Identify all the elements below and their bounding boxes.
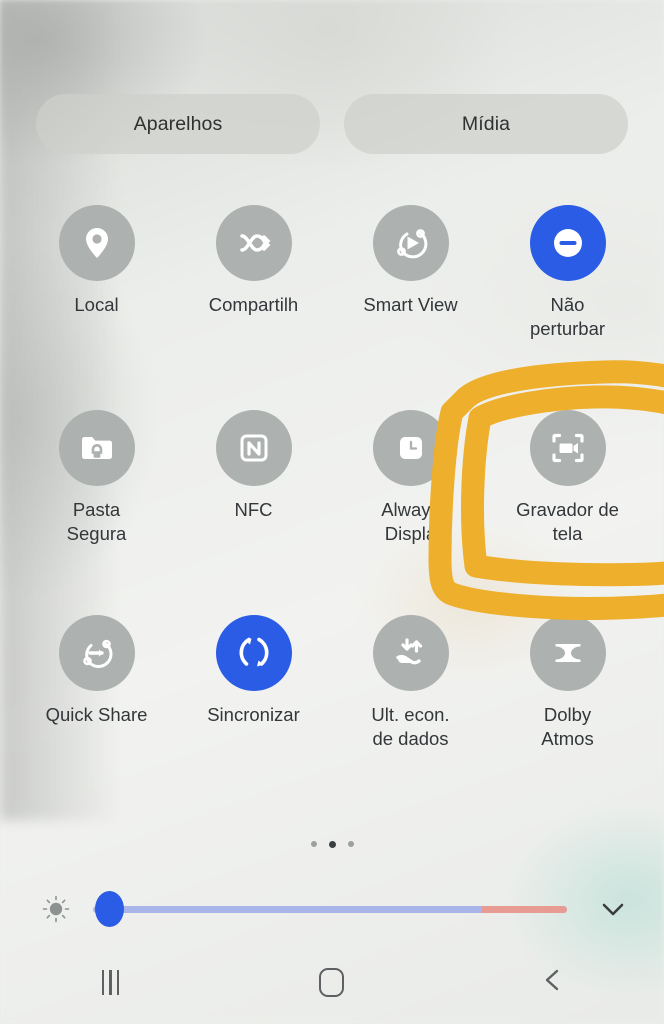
nav-back[interactable] [443, 940, 664, 1024]
do-not-disturb-icon[interactable] [529, 205, 606, 281]
chevron-down-icon[interactable] [591, 887, 635, 931]
toggle-label: Local [74, 294, 119, 315]
tab-aparelhos[interactable]: Aparelhos [36, 94, 320, 154]
toggle-ult-econ--de-dados[interactable]: Ult. econ. de dados [332, 615, 489, 820]
toggle-label: Não perturbar [529, 294, 606, 340]
toggle-quick-share[interactable]: Quick Share [18, 615, 175, 820]
quick-toggle-grid: Local Compartilh Smart View Não perturbar Pa… [0, 205, 664, 820]
toggle-pasta-segura[interactable]: Pasta Segura [18, 410, 175, 615]
page-indicator [0, 841, 664, 848]
toggle-gravador-de-tela[interactable]: Gravador de tela [489, 410, 646, 615]
toggle-local[interactable]: Local [18, 205, 175, 410]
toggle-não-perturbar[interactable]: Não perturbar [489, 205, 646, 410]
page-dot[interactable] [347, 841, 354, 847]
page-dot[interactable] [310, 841, 317, 847]
nav-recents[interactable] [0, 940, 221, 1024]
brightness-slider[interactable] [93, 889, 567, 929]
nearby-share-icon[interactable] [215, 205, 292, 281]
nfc-icon[interactable] [215, 410, 292, 486]
toggle-always-displa[interactable]: Always Displa [332, 410, 489, 615]
toggle-sincronizar[interactable]: Sincronizar [175, 615, 332, 820]
toggle-label: Compartilh [208, 294, 299, 315]
toggle-label: Sincronizar [207, 704, 300, 725]
dolby-atmos-icon[interactable] [529, 615, 606, 691]
brightness-row [0, 886, 664, 932]
toggle-nfc[interactable]: NFC [175, 410, 332, 615]
data-saver-icon[interactable] [372, 615, 449, 691]
screen-recorder-icon[interactable] [529, 410, 606, 486]
page-dot[interactable] [328, 841, 336, 848]
toggle-label: NFC [234, 499, 273, 520]
brightness-sun-icon [33, 894, 79, 924]
slider-thumb[interactable] [95, 891, 124, 927]
quick-share-icon[interactable] [58, 615, 135, 691]
location-pin-icon[interactable] [58, 205, 135, 281]
nav-home[interactable] [221, 940, 442, 1024]
smart-view-icon[interactable] [372, 205, 449, 281]
toggle-dolby-atmos[interactable]: Dolby Atmos [489, 615, 646, 820]
back-icon [538, 965, 568, 1000]
sync-icon[interactable] [215, 615, 292, 691]
toggle-label: Pasta Segura [66, 499, 127, 545]
secure-folder-icon[interactable] [58, 410, 135, 486]
toggle-label: Smart View [363, 294, 458, 315]
slider-warm-segment [481, 906, 567, 913]
clock-icon[interactable] [372, 410, 449, 486]
toggle-label: Dolby Atmos [541, 704, 594, 750]
toggle-compartilh[interactable]: Compartilh [175, 205, 332, 410]
toggle-label: Ult. econ. de dados [371, 704, 450, 750]
android-navigation-bar [0, 940, 664, 1024]
toggle-label: Quick Share [45, 704, 148, 725]
recents-icon [102, 969, 120, 995]
toggle-label: Always Displa [381, 499, 440, 545]
quick-settings-screen: Aparelhos Mídia Local Compartilh Smart Vie… [0, 0, 664, 1024]
toggle-label: Gravador de tela [516, 499, 619, 545]
tab-midia[interactable]: Mídia [344, 94, 628, 154]
home-icon [319, 967, 345, 997]
toggle-smart-view[interactable]: Smart View [332, 205, 489, 410]
top-tab-row: Aparelhos Mídia [0, 94, 664, 154]
